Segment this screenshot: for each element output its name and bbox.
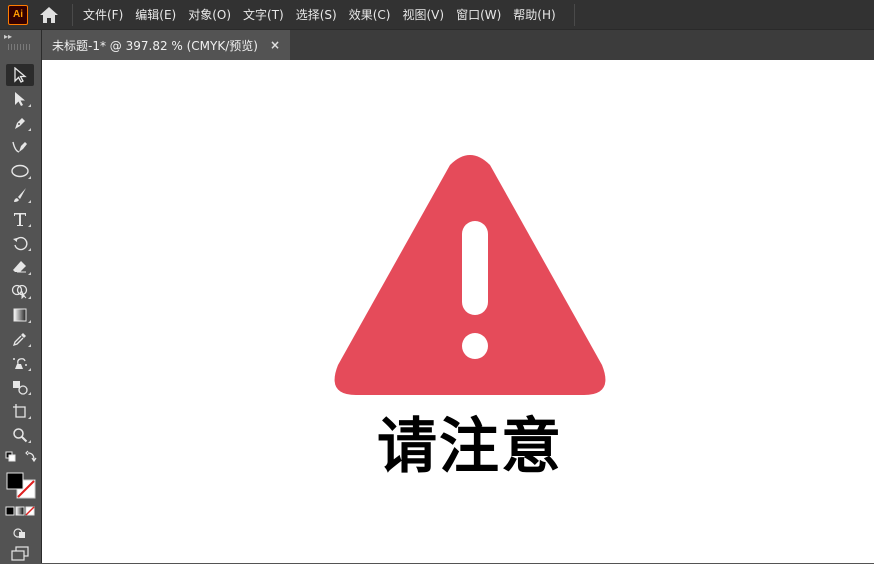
home-icon[interactable] (38, 4, 60, 26)
menu-type[interactable]: 文字(T) (237, 0, 290, 30)
menu-separator (72, 3, 73, 26)
menu-separator (573, 3, 575, 26)
menu-bar: Ai 文件(F) 编辑(E) 对象(O) 文字(T) 选择(S) 效果(C) 视… (0, 0, 874, 30)
menu-file[interactable]: 文件(F) (77, 0, 129, 30)
zoom-tool[interactable] (6, 424, 34, 446)
rotate-tool[interactable] (6, 232, 34, 254)
menu-edit[interactable]: 编辑(E) (129, 0, 182, 30)
blend-tool[interactable] (6, 376, 34, 398)
document-tab[interactable]: 未标题-1* @ 397.82 % (CMYK/预览) × (42, 30, 290, 60)
screen-mode-icon[interactable] (6, 542, 34, 564)
default-swap-colors-icon[interactable] (4, 450, 38, 466)
document-tab-label: 未标题-1* @ 397.82 % (CMYK/预览) (52, 38, 258, 53)
eyedropper-tool[interactable] (6, 328, 34, 350)
menu-select[interactable]: 选择(S) (290, 0, 343, 30)
tools-panel: ▸▸ (0, 30, 42, 563)
artboard-tool[interactable] (6, 400, 34, 422)
menu-help[interactable]: 帮助(H) (507, 0, 561, 30)
caption-text[interactable]: 请注意 (375, 412, 565, 482)
type-tool[interactable] (6, 208, 34, 230)
selection-tool[interactable] (6, 64, 34, 86)
illustrator-logo-icon[interactable]: Ai (8, 4, 28, 25)
menu-view[interactable]: 视图(V) (396, 0, 450, 30)
eraser-tool[interactable] (6, 256, 34, 278)
menu-window[interactable]: 窗口(W) (450, 0, 507, 30)
menu-effect[interactable]: 效果(C) (343, 0, 397, 30)
panel-grip[interactable] (8, 44, 32, 50)
artboard-canvas[interactable]: 请注意 (42, 60, 874, 563)
paintbrush-tool[interactable] (6, 184, 34, 206)
fill-stroke-swatch[interactable] (4, 470, 38, 500)
curvature-tool[interactable] (6, 136, 34, 158)
document-tab-bar: 未标题-1* @ 397.82 % (CMYK/预览) × (42, 30, 874, 60)
color-mode-icons[interactable] (4, 504, 38, 518)
shape-builder-tool[interactable] (6, 280, 34, 302)
pen-tool[interactable] (6, 112, 34, 134)
symbol-sprayer-tool[interactable] (6, 352, 34, 374)
warning-triangle-icon[interactable] (332, 153, 608, 403)
close-icon[interactable]: × (270, 38, 280, 52)
direct-selection-tool[interactable] (6, 88, 34, 110)
exclamation-dot (462, 333, 488, 359)
gradient-tool[interactable] (6, 304, 34, 326)
exclamation-bar (462, 221, 488, 315)
draw-mode-icon[interactable] (6, 522, 34, 544)
ellipse-tool[interactable] (6, 160, 34, 182)
menu-object[interactable]: 对象(O) (182, 0, 237, 30)
collapse-panel-icon[interactable]: ▸▸ (0, 30, 41, 42)
